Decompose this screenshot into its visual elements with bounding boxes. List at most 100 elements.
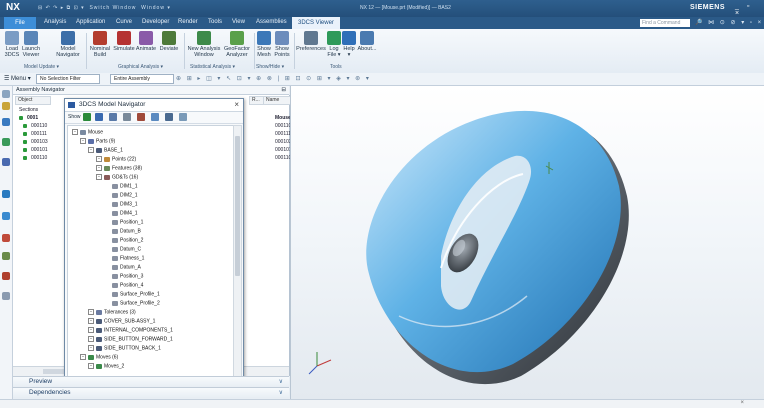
tree-node[interactable]: Surface_Profile_1 (104, 291, 160, 298)
palette-icon[interactable] (2, 272, 10, 280)
nav-row[interactable]: 000110 (31, 123, 47, 129)
system-scenes-icon[interactable] (2, 252, 10, 260)
show-parts-icon[interactable] (83, 113, 91, 121)
show-features-icon[interactable] (95, 113, 103, 121)
group-show-hide[interactable]: Show/Hide ▾ (256, 64, 284, 70)
history-icon[interactable] (2, 190, 10, 198)
nav-row[interactable]: Sections (19, 107, 38, 113)
tree-vertical-scrollbar[interactable] (233, 125, 242, 379)
clock-icon[interactable] (2, 212, 10, 220)
help-button[interactable]: Help ▾ (342, 31, 356, 58)
selection-toolbar-icons[interactable]: ⊕ ⊞ ▸ ◫ ▾ ↖ ⊡ ▾ ⊕ ⊗ | ⊞ ⊡ ⊙ ⊞ ▾ ◈ ▾ ⊛ ▾ (176, 75, 371, 82)
tree-node[interactable]: Surface_Profile_2 (104, 300, 160, 307)
tree-node[interactable]: − Parts (9) (80, 138, 115, 145)
preview-panel-header[interactable]: Preview ∨ (13, 376, 289, 386)
tree-node[interactable]: Position_4 (104, 282, 143, 289)
preferences-button[interactable]: Preferences (296, 31, 326, 52)
tree-node[interactable]: − Points (22) (96, 156, 136, 163)
deviate-button[interactable]: Deviate (158, 31, 180, 52)
tab-assemblies[interactable]: Assemblies (256, 19, 287, 25)
tree-node[interactable]: DIM4_1 (104, 210, 138, 217)
column-name[interactable]: Name (263, 96, 291, 105)
group-statistical-analysis[interactable]: Statistical Analysis ▾ (190, 64, 235, 70)
tab-analysis[interactable]: Analysis (44, 19, 66, 25)
part-navigator-icon[interactable] (2, 118, 10, 126)
assembly-navigator-icon[interactable] (2, 102, 10, 110)
animate-button[interactable]: Animate (135, 31, 157, 52)
nominal-build-button[interactable]: Nominal Build (88, 31, 112, 58)
tree-node[interactable]: DIM2_1 (104, 192, 138, 199)
nav-row[interactable]: 000111 (31, 131, 47, 137)
graphics-viewport[interactable] (290, 86, 764, 399)
expand-toggle-icon[interactable]: − (96, 174, 102, 180)
tab-curve[interactable]: Curve (116, 19, 132, 25)
file-tab[interactable]: File (4, 17, 36, 29)
tree-node[interactable]: − Moves_2 (88, 363, 124, 370)
tree-node[interactable]: − Moves (6) (80, 354, 118, 361)
tree-node[interactable]: Datum_A (104, 264, 141, 271)
show-gdt-icon[interactable] (123, 113, 131, 121)
nav-row[interactable]: 0001 (27, 115, 38, 121)
expand-toggle-icon[interactable]: − (88, 336, 94, 342)
tab-developer[interactable]: Developer (142, 19, 169, 25)
document-icon[interactable] (2, 292, 10, 300)
selection-scope-dropdown[interactable]: Entire Assembly (110, 74, 174, 84)
show-moves-icon[interactable] (137, 113, 145, 121)
tree-node[interactable]: − Features (38) (96, 165, 142, 172)
group-model-update[interactable]: Model Update ▾ (24, 64, 59, 70)
nav-row[interactable]: 000110 (31, 155, 47, 161)
menu-button[interactable]: ☰ Menu ▾ (4, 75, 31, 82)
expand-toggle-icon[interactable]: − (88, 363, 94, 369)
tree-node[interactable]: − SIDE_BUTTON_BACK_1 (88, 345, 161, 352)
tree-node[interactable]: Position_1 (104, 219, 143, 226)
about-button[interactable]: About... (356, 31, 378, 52)
nav-row[interactable]: 000101 (31, 147, 48, 153)
tree-node[interactable]: Flatness_1 (104, 255, 144, 262)
new-analysis-window-button[interactable]: New Analysis Window (186, 31, 222, 58)
tree-node[interactable]: − Tolerances (3) (88, 309, 136, 316)
simulate-button[interactable]: Simulate (113, 31, 135, 52)
expand-toggle-icon[interactable]: − (88, 309, 94, 315)
tree-node[interactable]: − Mouse (72, 129, 103, 136)
show-measurements-icon[interactable] (165, 113, 173, 121)
show-points-button[interactable]: Show Points (273, 31, 291, 58)
tree-node[interactable]: Position_2 (104, 237, 143, 244)
mouse-model[interactable] (291, 86, 764, 399)
log-file-button[interactable]: Log File ▾ (327, 31, 341, 58)
tree-node[interactable]: DIM1_1 (104, 183, 138, 190)
launch-viewer-button[interactable]: Launch Viewer (22, 31, 40, 58)
gear-icon[interactable] (2, 90, 10, 98)
quick-access-toolbar[interactable]: ⊟ ↶ ↷ ▸ ⧉ ⊡ ▾ Switch Window Window ▾ (38, 5, 171, 11)
tree-node[interactable]: − INTERNAL_COMPONENTS_1 (88, 327, 173, 334)
close-icon[interactable]: × (740, 400, 744, 406)
expand-toggle-icon[interactable]: − (88, 327, 94, 333)
expand-toggle-icon[interactable]: − (80, 138, 86, 144)
pin-icon[interactable]: ⊟ (281, 86, 286, 95)
selection-filter-dropdown[interactable]: No Selection Filter (36, 74, 100, 84)
window-controls[interactable]: _ ▫ × (735, 3, 764, 17)
expand-toggle-icon[interactable]: − (72, 129, 78, 135)
show-tolerances-icon[interactable] (151, 113, 159, 121)
expand-toggle-icon[interactable]: − (80, 354, 86, 360)
expand-toggle-icon[interactable]: − (88, 345, 94, 351)
group-graphical-analysis[interactable]: Graphical Analysis ▾ (118, 64, 163, 70)
tab-3dcs-viewer[interactable]: 3DCS Viewer (292, 17, 340, 29)
column-object[interactable]: Object (15, 96, 51, 105)
tree-node[interactable]: − BASE_1 (88, 147, 123, 154)
load-3dcs-button[interactable]: Load 3DCS (4, 31, 20, 58)
reuse-library-icon[interactable] (2, 138, 10, 146)
find-command-input[interactable]: Find a Command (640, 19, 690, 27)
tab-view[interactable]: View (232, 19, 245, 25)
model-navigator-button[interactable]: Model Navigator (54, 31, 82, 58)
tab-render[interactable]: Render (178, 19, 198, 25)
expand-toggle-icon[interactable]: − (88, 318, 94, 324)
tab-tools[interactable]: Tools (208, 19, 222, 25)
menubar-right-icons[interactable]: 🔎 ⋈ ⊙ ⊘ ▾ ▫ × (695, 19, 763, 26)
show-all-icon[interactable] (179, 113, 187, 121)
dependencies-panel-header[interactable]: Dependencies ∨ (13, 387, 289, 397)
show-mesh-button[interactable]: Show Mesh (256, 31, 272, 58)
web-browser-icon[interactable] (2, 158, 10, 166)
expand-toggle-icon[interactable]: − (88, 147, 94, 153)
tree-node[interactable]: Datum_B (104, 228, 141, 235)
tree-node[interactable]: DIM3_1 (104, 201, 138, 208)
